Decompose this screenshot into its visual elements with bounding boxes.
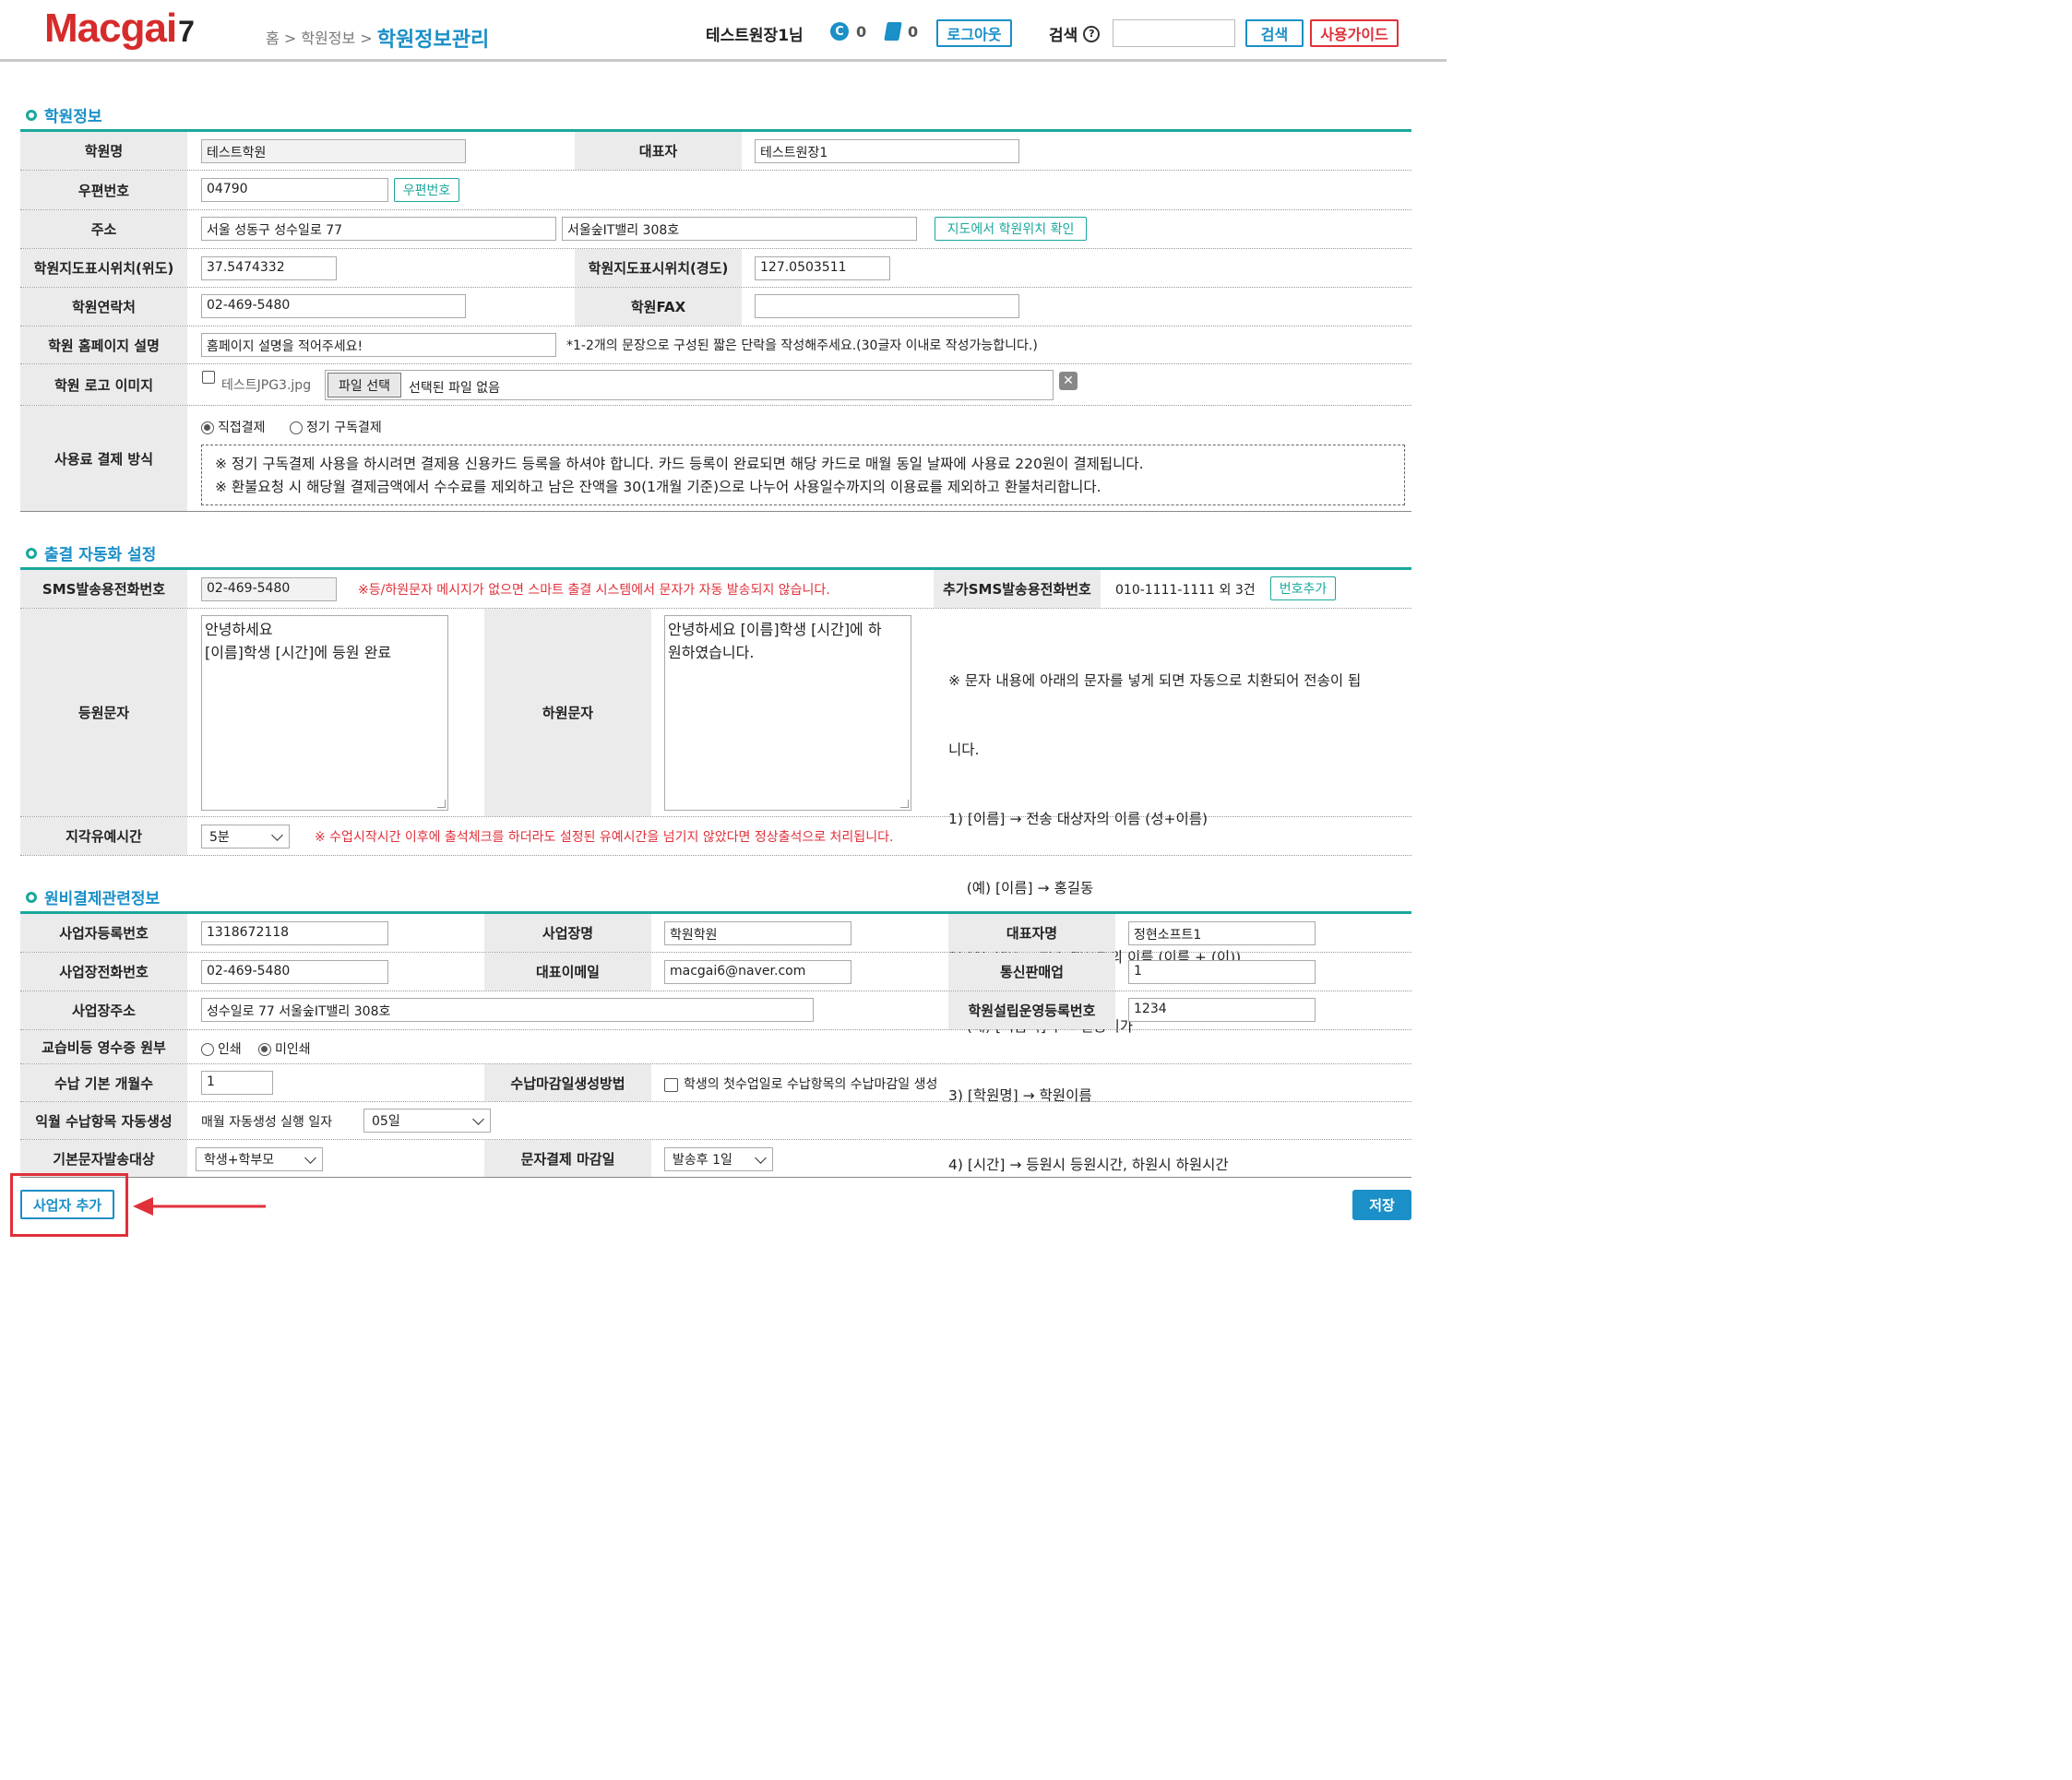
biz-address-input[interactable]: 성수일로 77 서울숲IT밸리 308호 <box>201 998 814 1022</box>
badge-counter: 0 <box>884 22 918 41</box>
section-tuition-title: 원비결제관련정보 <box>26 885 160 908</box>
resize-handle-icon[interactable] <box>900 800 909 808</box>
circle-bullet-icon <box>26 547 37 559</box>
top-header: Macgai7 홈 > 학원정보 > 학원정보관리 테스트원장1님 C 0 0 … <box>0 0 1447 62</box>
row-homepage-desc: 학원 홈페이지 설명 홈페이지 설명을 적어주세요! *1-2개의 문장으로 구… <box>20 326 1411 364</box>
auto-generate-day-select[interactable]: 05일 <box>363 1109 491 1133</box>
breadcrumb-home[interactable]: 홈 <box>266 30 280 47</box>
user-guide-button[interactable]: 사용가이드 <box>1310 19 1399 47</box>
circle-bullet-icon <box>26 891 37 903</box>
biz-name-input[interactable]: 학원학원 <box>664 921 851 945</box>
row-auto-generate: 익월 수납항목 자동생성 매월 자동생성 실행 일자 05일 <box>20 1102 1411 1140</box>
ribbon-icon <box>884 22 902 41</box>
receipt-print-radio[interactable]: 인쇄 <box>201 1039 242 1058</box>
file-none-text: 선택된 파일 없음 <box>409 381 501 396</box>
row-contact: 학원연락처 02-469-5480 학원FAX <box>20 288 1411 326</box>
logo[interactable]: Macgai7 <box>44 6 195 52</box>
save-button[interactable]: 저장 <box>1352 1190 1411 1220</box>
extra-sms-numbers: 010-1111-1111 외 3건 <box>1115 583 1256 598</box>
breadcrumb-academy-info[interactable]: 학원정보 <box>301 30 355 47</box>
biz-phone-input[interactable]: 02-469-5480 <box>201 960 388 984</box>
file-select-button[interactable]: 파일 선택 <box>327 373 401 398</box>
chevron-down-icon <box>271 828 283 841</box>
sms-warning: ※등/하원문자 메시지가 없으면 스마트 출결 시스템에서 문자가 자동 발송되… <box>358 583 830 598</box>
row-zipcode: 우편번호 04790 우편번호 <box>20 171 1411 210</box>
row-message-target: 기본문자발송대상 학생+학부모 문자결제 마감일 발송후 1일 <box>20 1140 1411 1178</box>
arrive-message-textarea[interactable]: 안녕하세요 [이름]학생 [시간]에 등원 완료 <box>201 615 448 811</box>
late-grace-warning: ※ 수업시작시간 이후에 출석체크를 하더라도 설정된 유예시간을 넘기지 않았… <box>315 830 894 845</box>
search-button[interactable]: 검색 <box>1245 19 1304 47</box>
page-title: 학원정보관리 <box>376 29 490 52</box>
section-attendance-title: 출결 자동화 설정 <box>26 541 156 564</box>
row-academy-name: 학원명 테스트학원 대표자 테스트원장1 <box>20 132 1411 171</box>
academy-phone-input[interactable]: 02-469-5480 <box>201 294 466 318</box>
sms-number-input[interactable]: 02-469-5480 <box>201 577 337 601</box>
coin-icon: C <box>830 22 849 41</box>
address-input[interactable]: 서울 성동구 성수일로 77 <box>201 217 556 241</box>
leave-message-textarea[interactable]: 안녕하세요 [이름]학생 [시간]에 하 원하였습니다. <box>664 615 911 811</box>
help-icon[interactable]: ? <box>1083 25 1101 42</box>
file-input[interactable]: 파일 선택 선택된 파일 없음 <box>325 370 1054 400</box>
row-receipt: 교습비등 영수증 원부 인쇄 미인쇄 <box>20 1030 1411 1064</box>
billing-months-input[interactable]: 1 <box>201 1071 273 1095</box>
add-business-button[interactable]: 사업자 추가 <box>20 1190 114 1219</box>
resize-handle-icon[interactable] <box>437 800 446 808</box>
late-grace-select[interactable]: 5분 <box>201 825 290 848</box>
payment-notice-box: ※ 정기 구독결제 사용을 하시려면 결제용 신용카드 등록을 하셔야 합니다.… <box>201 445 1405 505</box>
row-address: 주소 서울 성동구 성수일로 77 서울숲IT밸리 308호 지도에서 학원위치… <box>20 210 1411 249</box>
zipcode-search-button[interactable]: 우편번호 <box>394 178 459 202</box>
row-biz-address: 사업장주소 성수일로 77 서울숲IT밸리 308호 학원설립운영등록번호 12… <box>20 991 1411 1030</box>
email-input[interactable]: macgai6@naver.com <box>664 960 851 984</box>
address-detail-input[interactable]: 서울숲IT밸리 308호 <box>562 217 917 241</box>
row-biz-info: 사업자등록번호 1318672118 사업장명 학원학원 대표자명 정현소프트1 <box>20 914 1411 953</box>
search-label: 검색 ? <box>1049 22 1101 45</box>
circle-bullet-icon <box>26 109 37 121</box>
biz-number-input[interactable]: 1318672118 <box>201 921 388 945</box>
coin-counter: C 0 <box>830 22 866 41</box>
pay-direct-radio[interactable]: 직접결제 <box>201 418 266 436</box>
ecommerce-input[interactable]: 1 <box>1128 960 1316 984</box>
logout-button[interactable]: 로그아웃 <box>936 19 1012 47</box>
delete-image-icon[interactable]: ✕ <box>1059 372 1078 390</box>
row-late-grace: 지각유예시간 5분 ※ 수업시작시간 이후에 출석체크를 하더라도 설정된 유예… <box>20 817 1411 856</box>
homepage-desc-input[interactable]: 홈페이지 설명을 적어주세요! <box>201 333 556 357</box>
message-due-select[interactable]: 발송후 1일 <box>664 1147 773 1171</box>
section-academy-info-title: 학원정보 <box>26 103 102 126</box>
chevron-down-icon <box>472 1112 484 1125</box>
registration-number-input[interactable]: 1234 <box>1128 998 1316 1022</box>
longitude-input[interactable]: 127.0503511 <box>755 256 890 280</box>
row-billing-months: 수납 기본 개월수 1 수납마감일생성방법 학생의 첫수업일로 수납항목의 수납… <box>20 1064 1411 1102</box>
chevron-down-icon <box>755 1151 767 1164</box>
academy-fax-input[interactable] <box>755 294 1019 318</box>
logo-filename[interactable]: 테스트JPG3.jpg <box>221 375 311 394</box>
message-target-select[interactable]: 학생+학부모 <box>196 1147 323 1171</box>
zipcode-input[interactable]: 04790 <box>201 178 388 202</box>
deadline-method-checkbox[interactable]: 학생의 첫수업일로 수납항목의 수납마감일 생성 <box>664 1074 937 1093</box>
receipt-noprint-radio[interactable]: 미인쇄 <box>258 1039 311 1058</box>
row-coordinates: 학원지도표시위치(위도) 37.5474332 학원지도표시위치(경도) 127… <box>20 249 1411 288</box>
save-disk-icon <box>202 371 215 384</box>
ceo-name-input[interactable]: 정현소프트1 <box>1128 921 1316 945</box>
representative-input[interactable]: 테스트원장1 <box>755 139 1019 163</box>
arrow-left-icon <box>133 1197 266 1216</box>
auto-generate-text: 매월 자동생성 실행 일자 <box>201 1115 333 1130</box>
map-location-button[interactable]: 지도에서 학원위치 확인 <box>935 217 1087 241</box>
row-sms-number: SMS발송용전화번호 02-469-5480 ※등/하원문자 메시지가 없으면 … <box>20 570 1411 609</box>
search-input[interactable] <box>1113 19 1235 47</box>
user-name: 테스트원장1님 <box>706 27 804 45</box>
chevron-down-icon <box>304 1151 316 1164</box>
pay-subscription-radio[interactable]: 정기 구독결제 <box>290 418 382 436</box>
academy-name-input[interactable]: 테스트학원 <box>201 139 466 163</box>
homepage-desc-hint: *1-2개의 문장으로 구성된 짧은 단락을 작성해주세요.(30글자 이내로 … <box>566 338 1038 353</box>
latitude-input[interactable]: 37.5474332 <box>201 256 337 280</box>
breadcrumb: 홈 > 학원정보 > 학원정보관리 <box>266 29 490 52</box>
row-messages: 등원문자 안녕하세요 [이름]학생 [시간]에 등원 완료 하원문자 안녕하세요… <box>20 609 1411 1173</box>
row-biz-contact: 사업장전화번호 02-469-5480 대표이메일 macgai6@naver.… <box>20 953 1411 991</box>
row-logo-image: 학원 로고 이미지 테스트JPG3.jpg 파일 선택 선택된 파일 없음 ✕ <box>20 364 1411 406</box>
add-number-button[interactable]: 번호추가 <box>1270 576 1336 600</box>
